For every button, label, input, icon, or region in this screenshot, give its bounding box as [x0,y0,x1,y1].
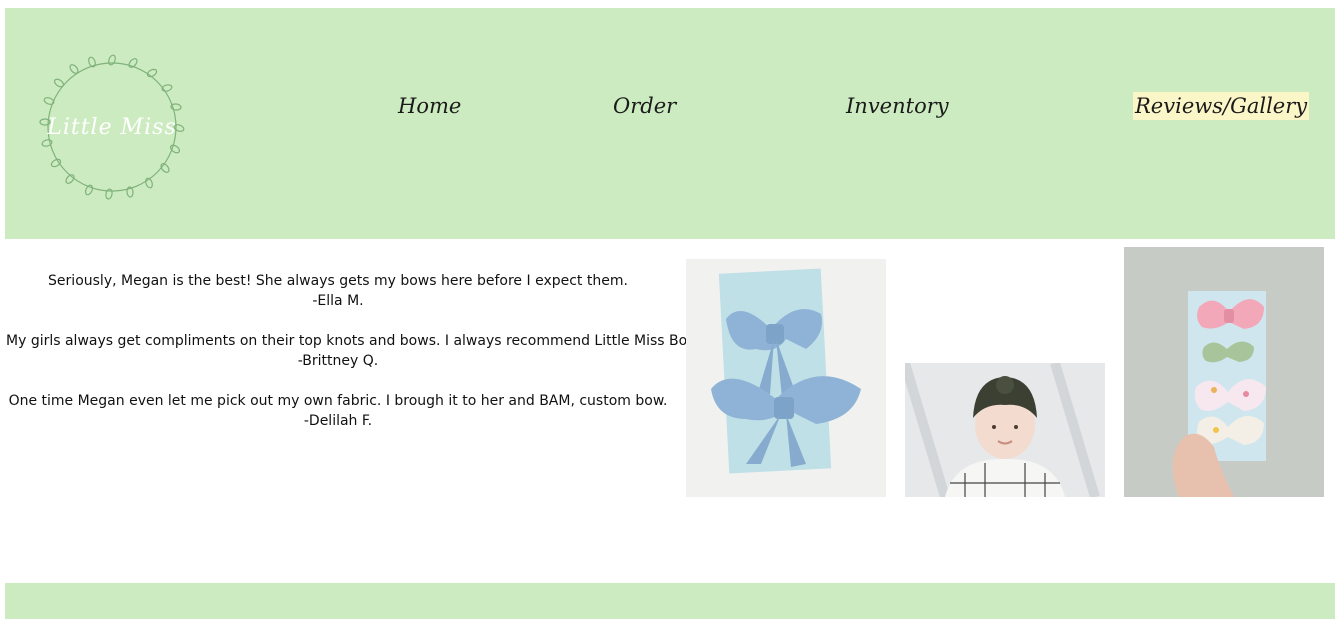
review-item: Seriously, Megan is the best! She always… [6,271,670,311]
review-author: -Ella M. [312,293,364,309]
page: Little Miss Home Order Inventory Reviews… [0,0,1335,619]
logo-text: Little Miss [47,114,177,140]
floral-bows-photo [1124,247,1324,497]
nav-inventory-link[interactable]: Inventory [846,92,949,120]
review-item: My girls always get compliments on their… [6,331,739,371]
gallery-photo-floral-bows[interactable] [1124,247,1324,497]
review-quote: One time Megan even let me pick out my o… [8,393,668,409]
blue-bows-photo [686,259,886,497]
site-header: Little Miss Home Order Inventory Reviews… [5,8,1335,239]
nav-reviews-gallery-link[interactable]: Reviews/Gallery [1133,92,1310,120]
review-author: -Brittney Q. [297,353,379,369]
logo[interactable]: Little Miss [37,52,187,202]
gallery-photo-baby-turban[interactable] [905,363,1105,497]
nav-order-link[interactable]: Order [613,92,676,120]
reviews-section: Seriously, Megan is the best! She always… [6,271,739,451]
review-quote: My girls always get compliments on their… [6,333,739,349]
site-footer [5,583,1335,619]
baby-turban-photo [905,363,1105,497]
review-author: -Delilah F. [303,413,373,429]
gallery-photo-blue-bows[interactable] [686,259,886,497]
review-quote: Seriously, Megan is the best! She always… [48,273,628,289]
review-item: One time Megan even let me pick out my o… [6,391,670,431]
nav-home-link[interactable]: Home [398,92,461,120]
